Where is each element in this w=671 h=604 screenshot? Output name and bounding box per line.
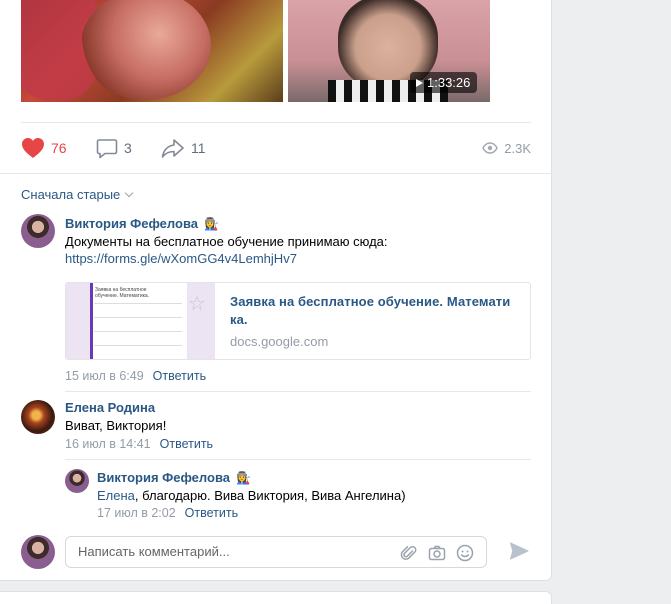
- views-counter: 2.3K: [482, 136, 531, 160]
- divider: [0, 173, 552, 174]
- comment-input[interactable]: [78, 544, 378, 559]
- comment-composer: [65, 536, 487, 568]
- reply-button[interactable]: Ответить: [185, 506, 238, 520]
- mention-link[interactable]: Елена: [97, 488, 135, 503]
- link-snippet[interactable]: Заявка на бесплатное обучение. Математик…: [65, 282, 531, 360]
- star-icon: ☆: [188, 293, 206, 315]
- divider: [65, 391, 531, 392]
- share-count: 11: [191, 140, 206, 156]
- share-icon: [161, 139, 184, 158]
- divider: [21, 122, 531, 123]
- comment-date[interactable]: 17 июл в 2:02: [97, 506, 176, 520]
- current-user-avatar[interactable]: [21, 535, 55, 569]
- send-icon[interactable]: [509, 541, 529, 561]
- comment-icon: [96, 139, 118, 159]
- comment-text: Виват, Виктория!: [65, 418, 167, 433]
- avatar[interactable]: [21, 400, 55, 434]
- video-duration-badge: 1:33:26: [410, 72, 478, 93]
- avatar[interactable]: [21, 214, 55, 248]
- views-count: 2.3K: [504, 140, 531, 156]
- comments-sort-dropdown[interactable]: Сначала старые: [21, 187, 134, 202]
- comment-meta: 15 июл в 6:49 Ответить: [65, 369, 206, 383]
- reply-button[interactable]: Ответить: [160, 437, 213, 451]
- reply-button[interactable]: Ответить: [153, 369, 206, 383]
- comment-date[interactable]: 16 июл в 14:41: [65, 437, 151, 451]
- comment-author[interactable]: Виктория Фефелова 👩‍🏭: [65, 216, 219, 231]
- like-count: 76: [51, 140, 67, 156]
- emoji-icon[interactable]: [456, 544, 474, 562]
- avatar[interactable]: [65, 469, 89, 493]
- heart-icon: [22, 138, 44, 158]
- snippet-title[interactable]: Заявка на бесплатное обучение. Математи …: [230, 293, 520, 329]
- post-card: 1:33:26 76 3 11 2.3K Сначала старые Викт…: [0, 0, 552, 581]
- comment-meta: 17 июл в 2:02 Ответить: [97, 506, 238, 520]
- next-post-card: [0, 591, 552, 604]
- post-photo[interactable]: [21, 0, 283, 102]
- divider: [65, 459, 531, 460]
- comment-date[interactable]: 15 июл в 6:49: [65, 369, 144, 383]
- comment-text: Елена, благодарю. Вива Виктория, Вива Ан…: [97, 488, 406, 503]
- comment-author[interactable]: Елена Родина: [65, 400, 155, 415]
- chevron-down-icon: [125, 188, 134, 198]
- share-button[interactable]: 11: [161, 136, 206, 160]
- comment-count: 3: [124, 140, 132, 156]
- snippet-domain: docs.google.com: [230, 334, 329, 349]
- author-emoji: 👩‍🏭: [204, 216, 219, 231]
- eye-icon: [482, 142, 499, 154]
- comment-author[interactable]: Виктория Фефелова 👩‍🏭: [97, 470, 251, 485]
- play-icon: [416, 78, 423, 87]
- sort-label: Сначала старые: [21, 187, 121, 202]
- snippet-thumbnail: Заявка на бесплатное обучение. Математик…: [66, 283, 215, 359]
- comment-text: Документы на бесплатное обучение принима…: [65, 234, 388, 249]
- comment-button[interactable]: 3: [96, 136, 132, 160]
- like-button[interactable]: 76: [21, 136, 67, 160]
- camera-icon[interactable]: [428, 544, 446, 562]
- video-duration: 1:33:26: [427, 75, 471, 90]
- comment-meta: 16 июл в 14:41 Ответить: [65, 437, 213, 451]
- author-emoji: 👩‍🏭: [236, 470, 251, 485]
- post-actions: 76 3 11 2.3K: [21, 136, 531, 160]
- comment-link[interactable]: https://forms.gle/wXomGG4v4LemhjHv7: [65, 250, 297, 267]
- attach-icon[interactable]: [400, 544, 418, 562]
